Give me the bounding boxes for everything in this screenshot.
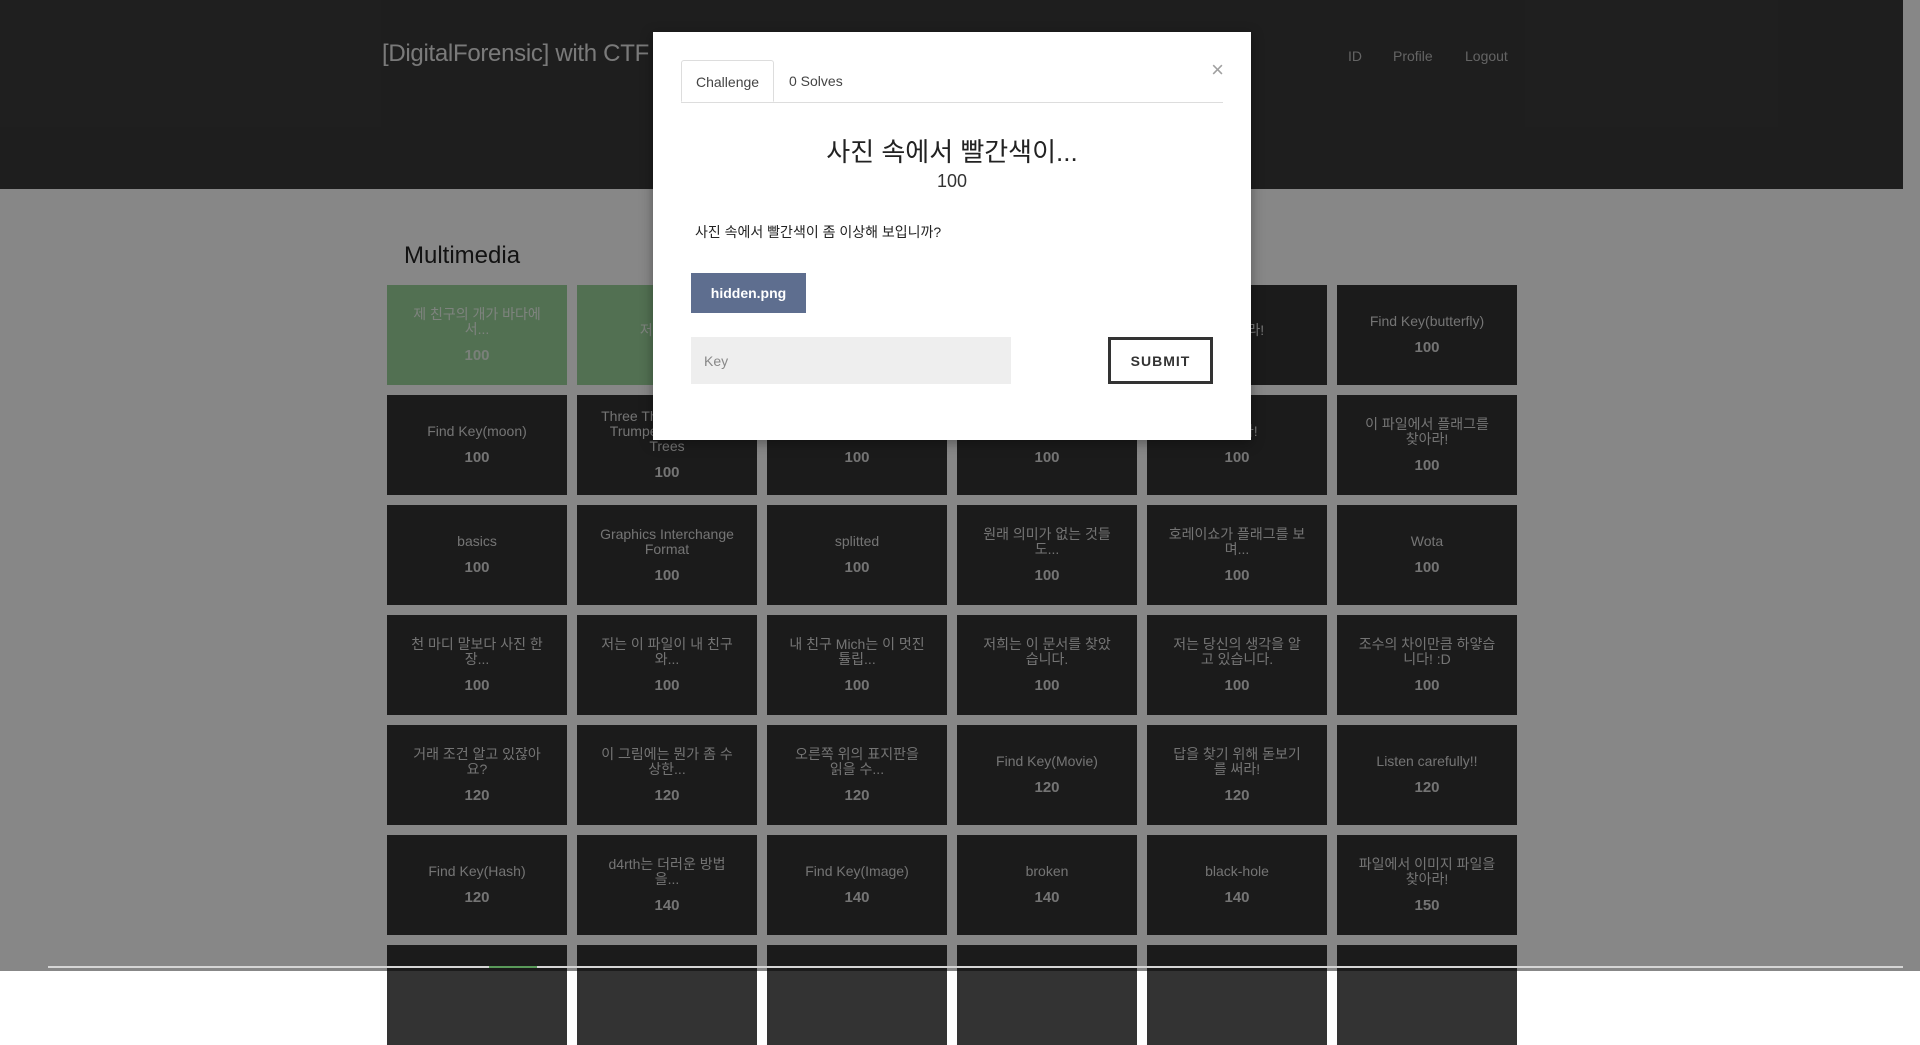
key-input[interactable]	[691, 337, 1011, 384]
challenge-description: 사진 속에서 빨간색이 좀 이상해 보입니까?	[695, 224, 942, 240]
challenge-title: 사진 속에서 빨간색이...	[826, 137, 1078, 167]
file-download-button[interactable]: hidden.png	[691, 273, 806, 313]
bottom-scroll-indicator	[48, 966, 1903, 968]
tab-solves[interactable]: 0 Solves	[775, 60, 857, 102]
tab-challenge[interactable]: Challenge	[681, 60, 775, 102]
challenge-modal: × Challenge 0 Solves 사진 속에서 빨간색이... 100 …	[653, 32, 1251, 440]
modal-tabs: Challenge 0 Solves	[681, 60, 1223, 103]
submit-button[interactable]: SUBMIT	[1108, 337, 1213, 384]
challenge-value: 100	[936, 171, 968, 191]
